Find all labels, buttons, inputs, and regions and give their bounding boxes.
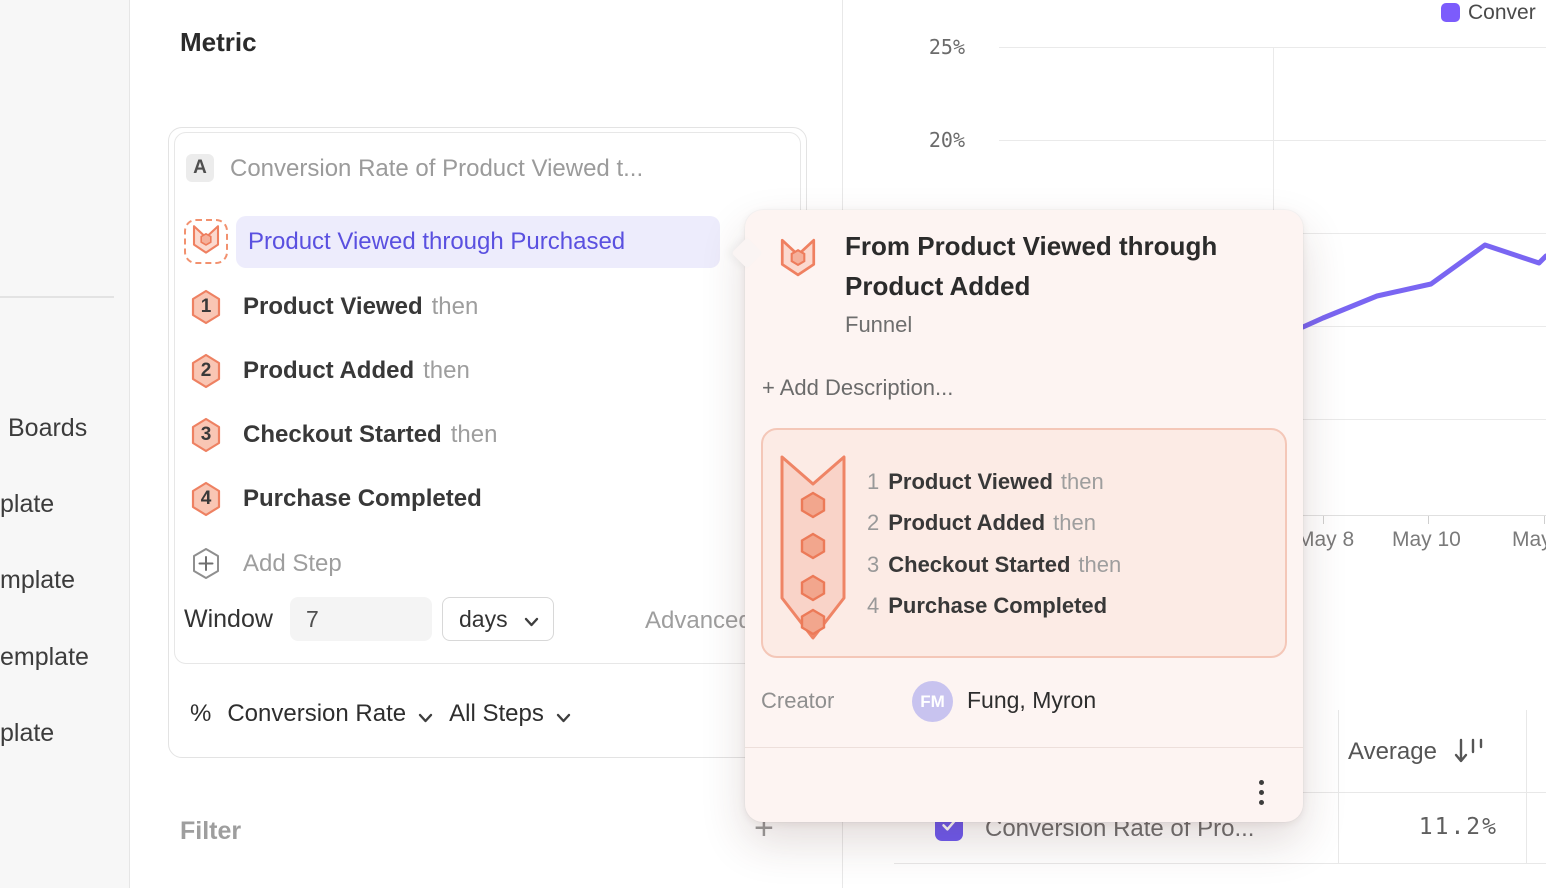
popup-funnel-summary-card: 1Product Viewedthen 2Product Addedthen 3… [761,428,1287,658]
popup-title: From Product Viewed through Product Adde… [845,226,1275,306]
funnel-metric-icon-box[interactable] [184,219,228,264]
step-2-badge: 2 [190,353,222,389]
window-value-input[interactable]: 7 [290,597,432,641]
advanced-link[interactable]: Advanced [645,607,752,635]
step-3-row[interactable]: Checkout Started then [243,421,497,449]
hexagon-plus-icon[interactable] [191,547,221,586]
funnel-details-popup: From Product Viewed through Product Adde… [745,210,1303,822]
step-suffix: then [432,293,479,320]
sidebar-item-template-1[interactable]: plate [0,490,54,519]
chevron-down-icon[interactable] [418,702,433,730]
sidebar: Boards plate mplate emplate plate [0,0,130,888]
step-suffix: then [423,357,470,384]
popup-step-1: 1 Product Viewed then [867,469,1104,495]
step-suffix: then [1061,469,1104,494]
x-axis-label-may12: May [1512,528,1546,552]
step-number: 3 [867,552,879,577]
popup-step-4: 4 Purchase Completed [867,593,1115,619]
step-1-row[interactable]: Product Viewed then [243,293,478,321]
x-axis-label-may10: May 10 [1392,528,1461,552]
step-1-badge: 1 [190,289,222,325]
sidebar-item-template-3[interactable]: emplate [0,643,89,672]
step-number: 1 [190,289,222,325]
step-4-badge: 4 [190,481,222,517]
metric-section-title: Metric [180,27,257,58]
step-number: 3 [190,417,222,453]
funnel-ribbon-icon [779,452,847,649]
step-2-row[interactable]: Product Added then [243,357,470,385]
step-3-badge: 3 [190,417,222,453]
popup-step-2: 2 Product Added then [867,510,1096,536]
sidebar-item-template-4[interactable]: plate [0,719,54,748]
measure-row: % Conversion Rate All Steps [190,698,571,730]
step-name: Purchase Completed [888,593,1107,618]
sort-descending-icon[interactable] [1452,736,1488,771]
window-label: Window [184,605,273,634]
sidebar-item-template-2[interactable]: mplate [0,566,75,595]
legend-series-label[interactable]: Conver [1468,1,1536,25]
legend-color-swatch [1441,3,1460,22]
step-name: Checkout Started [888,552,1070,577]
percent-symbol: % [190,700,211,728]
creator-label: Creator [761,688,834,714]
step-number: 1 [867,469,879,494]
funnel-icon [191,223,221,260]
step-name: Purchase Completed [243,485,482,512]
avatar: FM [912,681,953,722]
step-name: Product Viewed [888,469,1053,494]
creator-name: Fung, Myron [967,687,1096,714]
table-row-average-value: 11.2% [1350,814,1498,840]
step-suffix: then [1078,552,1121,577]
funnel-icon [779,236,817,283]
popup-footer-divider [745,747,1303,748]
step-number: 4 [867,593,879,618]
measure-type-select[interactable]: Conversion Rate [227,700,406,728]
selected-funnel-name[interactable]: Product Viewed through Purchased [236,216,720,268]
average-column-header[interactable]: Average [1348,738,1437,766]
step-number: 2 [190,353,222,389]
step-suffix: then [1053,510,1096,535]
kebab-menu-icon[interactable] [1249,772,1273,812]
step-name: Checkout Started [243,421,442,448]
step-number: 4 [190,481,222,517]
popup-type-label: Funnel [845,312,912,338]
sidebar-divider [0,296,114,298]
measure-scope-select[interactable]: All Steps [449,700,544,728]
y-axis-tick-20: 20% [880,128,965,152]
chevron-down-icon[interactable] [556,702,571,730]
step-name: Product Added [243,357,414,384]
table-column-divider [1526,710,1527,863]
y-axis-tick-25: 25% [880,35,965,59]
step-suffix: then [451,421,498,448]
sidebar-item-boards[interactable]: Boards [8,414,87,443]
step-4-row[interactable]: Purchase Completed [243,485,491,513]
filter-section-title: Filter [180,817,241,846]
step-number: 2 [867,510,879,535]
x-axis-label-may8: May 8 [1297,528,1354,552]
series-name[interactable]: Conversion Rate of Product Viewed t... [230,155,643,183]
series-badge: A [186,154,214,182]
popup-step-3: 3 Checkout Started then [867,552,1121,578]
step-name: Product Viewed [243,293,423,320]
step-name: Product Added [888,510,1045,535]
add-description-button[interactable]: + Add Description... [762,375,953,401]
table-row-divider [894,863,1546,864]
chevron-down-icon [524,606,539,633]
app-window: Boards plate mplate emplate plate Metric… [0,0,1546,888]
window-unit-value: days [459,606,508,633]
add-step-button[interactable]: Add Step [243,550,342,578]
funnel-definition-card [174,132,801,664]
table-column-divider [1338,710,1339,863]
window-unit-select[interactable]: days [442,597,554,641]
